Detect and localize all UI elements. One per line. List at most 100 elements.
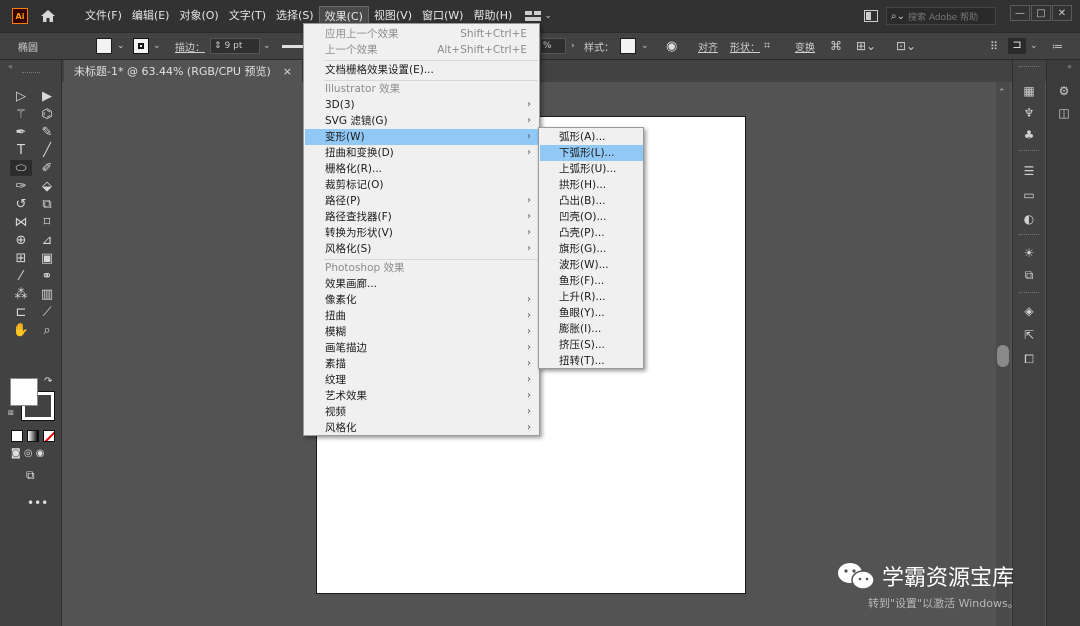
- grip-handle[interactable]: [22, 72, 40, 74]
- artboards-panel-icon[interactable]: ⧠: [1021, 352, 1037, 366]
- stroke-swatch[interactable]: [133, 38, 149, 54]
- menu-lines-icon[interactable]: ≔: [1052, 40, 1063, 53]
- eyedropper-tool-icon[interactable]: ⁄: [10, 268, 32, 284]
- eraser-tool-icon[interactable]: ⬙: [36, 178, 58, 194]
- menu-warp[interactable]: 变形(W) ›: [305, 129, 539, 145]
- warp-flag[interactable]: 旗形(G)...: [540, 241, 643, 257]
- opacity-input[interactable]: %: [540, 38, 566, 54]
- menu-last-effect[interactable]: 上一个效果 Alt+Shift+Ctrl+E: [305, 42, 539, 58]
- warp-inflate[interactable]: 膨胀(I)...: [540, 321, 643, 337]
- recolor-icon[interactable]: ◉: [666, 39, 677, 54]
- chevron-right-icon[interactable]: ›: [571, 41, 575, 51]
- workspace-switcher[interactable]: ⌄: [525, 11, 552, 21]
- arrange-icon[interactable]: ⊞⌄: [856, 39, 876, 53]
- appearance-panel-icon[interactable]: ☀: [1021, 246, 1037, 260]
- menu-path[interactable]: 路径(P) ›: [305, 193, 539, 209]
- default-colors-icon[interactable]: ⧈: [8, 408, 14, 418]
- menu-sketch[interactable]: 素描 ›: [305, 356, 539, 372]
- menu-convert-to-shape[interactable]: 转换为形状(V) ›: [305, 225, 539, 241]
- pathfinder-icon[interactable]: ⊡⌄: [896, 39, 916, 53]
- panel-toggle-icon[interactable]: ⊐: [1008, 38, 1026, 54]
- help-search-input[interactable]: ⌕⌄ 搜索 Adobe 帮助: [886, 7, 996, 25]
- menu-edit[interactable]: 编辑(E): [127, 6, 175, 26]
- zoom-tool-icon[interactable]: ⌕: [36, 322, 58, 338]
- properties-sliders-icon[interactable]: ⚙: [1056, 84, 1072, 98]
- menu-distort[interactable]: 扭曲 ›: [305, 308, 539, 324]
- menu-file[interactable]: 文件(F): [80, 6, 127, 26]
- selection-tool-icon[interactable]: ▷: [10, 88, 32, 104]
- close-button[interactable]: ✕: [1052, 5, 1072, 21]
- grip-handle[interactable]: [1019, 66, 1039, 67]
- draw-modes-icon[interactable]: ◙ ◎ ◉: [11, 448, 45, 459]
- warp-arc-upper[interactable]: 上弧形(U)...: [540, 161, 643, 177]
- panel-dropdown-icon[interactable]: ⌄: [1030, 41, 1038, 51]
- stroke-profile-line[interactable]: [282, 45, 304, 48]
- rotate-tool-icon[interactable]: ↺: [10, 196, 32, 212]
- ellipse-tool-icon[interactable]: ⬭: [10, 160, 32, 176]
- warp-fisheye[interactable]: 鱼眼(Y)...: [540, 305, 643, 321]
- expand-icon[interactable]: «: [1067, 62, 1072, 71]
- graphic-styles-icon[interactable]: ⧉: [1021, 268, 1037, 282]
- crop-icon[interactable]: ⌘: [830, 39, 842, 53]
- menu-effect-gallery[interactable]: 效果画廊...: [305, 276, 539, 292]
- align-label[interactable]: 对齐: [698, 39, 718, 54]
- shape-builder-tool-icon[interactable]: ⊕: [10, 232, 32, 248]
- curvature-tool-icon[interactable]: ✎: [36, 124, 58, 140]
- screen-mode-icon[interactable]: ⧉: [26, 468, 35, 483]
- transform-label[interactable]: 变换: [795, 39, 815, 54]
- grip-handle[interactable]: [1019, 292, 1039, 293]
- warp-arc[interactable]: 弧形(A)...: [540, 129, 643, 145]
- magic-wand-tool-icon[interactable]: ⚚: [10, 106, 32, 122]
- mesh-tool-icon[interactable]: ⊞: [10, 250, 32, 266]
- arrange-documents-icon[interactable]: [864, 10, 878, 22]
- warp-squeeze[interactable]: 挤压(S)...: [540, 337, 643, 353]
- menu-video[interactable]: 视频 ›: [305, 404, 539, 420]
- pen-tool-icon[interactable]: ✒: [10, 124, 32, 140]
- scrollbar-thumb[interactable]: [997, 345, 1009, 367]
- warp-twist[interactable]: 扭转(T)...: [540, 353, 643, 369]
- warp-wave[interactable]: 波形(W)...: [540, 257, 643, 273]
- menu-apply-last-effect[interactable]: 应用上一个效果 Shift+Ctrl+E: [305, 26, 539, 42]
- panel-grid-icon[interactable]: ⠿: [990, 40, 998, 53]
- export-panel-icon[interactable]: ⇱: [1021, 328, 1037, 342]
- blend-tool-icon[interactable]: ⚭: [36, 268, 58, 284]
- minimize-button[interactable]: —: [1010, 5, 1030, 21]
- warp-bulge[interactable]: 凸出(B)...: [540, 193, 643, 209]
- warp-shell-upper[interactable]: 凸壳(P)...: [540, 225, 643, 241]
- maximize-button[interactable]: □: [1031, 5, 1051, 21]
- width-tool-icon[interactable]: ⋈: [10, 214, 32, 230]
- shape-label[interactable]: 形状：: [730, 39, 760, 54]
- shaper-tool-icon[interactable]: ✑: [10, 178, 32, 194]
- symbol-sprayer-tool-icon[interactable]: ⁂: [10, 286, 32, 302]
- gradient-panel-icon[interactable]: ▭: [1021, 188, 1037, 202]
- properties-icon[interactable]: ▦: [1021, 84, 1037, 98]
- menu-rasterize[interactable]: 栅格化(R)...: [305, 161, 539, 177]
- scale-tool-icon[interactable]: ⧉: [36, 196, 58, 212]
- menu-distort-transform[interactable]: 扭曲和变换(D) ›: [305, 145, 539, 161]
- menu-pixelate[interactable]: 像素化 ›: [305, 292, 539, 308]
- none-mode-icon[interactable]: [43, 430, 55, 442]
- warp-arch[interactable]: 拱形(H)...: [540, 177, 643, 193]
- gradient-tool-icon[interactable]: ▣: [36, 250, 58, 266]
- type-tool-icon[interactable]: T: [10, 142, 32, 158]
- warp-fish[interactable]: 鱼形(F)...: [540, 273, 643, 289]
- menu-object[interactable]: 对象(O): [174, 6, 223, 26]
- artboard-tool-icon[interactable]: ⊏: [10, 304, 32, 320]
- lasso-tool-icon[interactable]: ⌬: [36, 106, 58, 122]
- menu-artistic[interactable]: 艺术效果 ›: [305, 388, 539, 404]
- document-tab[interactable]: 未标题-1* @ 63.44% (RGB/CPU 预览) ×: [64, 60, 303, 82]
- fill-swatch[interactable]: [96, 38, 112, 54]
- warp-arc-lower[interactable]: 下弧形(L)...: [540, 145, 643, 161]
- libraries-icon[interactable]: ♆: [1021, 106, 1037, 120]
- menu-pathfinder[interactable]: 路径查找器(F) ›: [305, 209, 539, 225]
- home-icon[interactable]: [40, 8, 56, 24]
- menu-stylize-photoshop[interactable]: 风格化 ›: [305, 420, 539, 436]
- fill-color-front[interactable]: [10, 378, 38, 406]
- grip-handle[interactable]: [1019, 234, 1039, 235]
- column-graph-tool-icon[interactable]: ▥: [36, 286, 58, 302]
- menu-svg-filters[interactable]: SVG 滤镜(G) ›: [305, 113, 539, 129]
- grip-handle[interactable]: [1019, 150, 1039, 151]
- stroke-weight-dropdown-icon[interactable]: ⌄: [263, 41, 271, 51]
- symbols-icon[interactable]: ♣: [1021, 128, 1037, 142]
- direct-selection-tool-icon[interactable]: ▶: [36, 88, 58, 104]
